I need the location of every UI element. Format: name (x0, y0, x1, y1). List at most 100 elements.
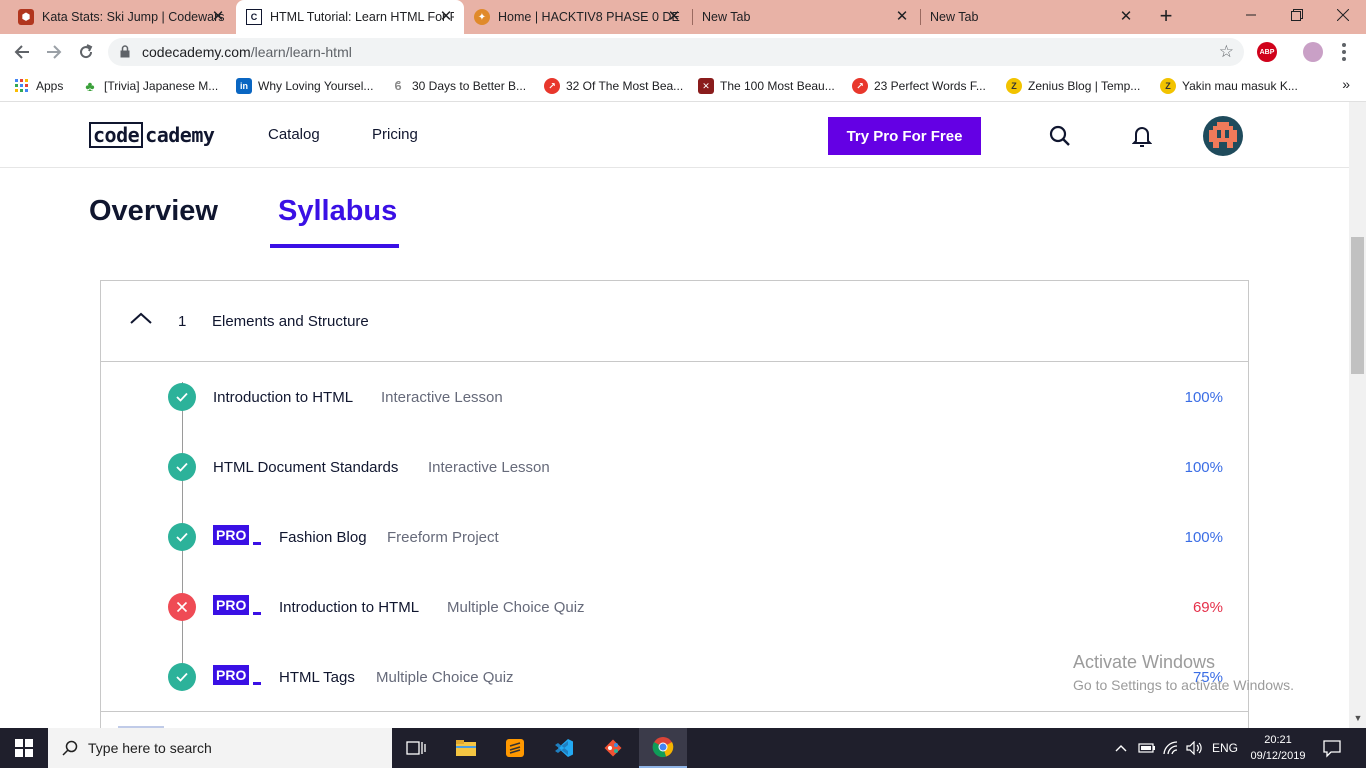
battery-icon[interactable] (1138, 728, 1156, 768)
module-header[interactable]: 1 Elements and Structure (101, 281, 1248, 362)
reload-icon[interactable] (74, 40, 98, 64)
syllabus-item[interactable]: PRO Fashion Blog Freeform Project 100% (100, 523, 1249, 593)
forward-arrow-icon[interactable] (42, 40, 66, 64)
close-tab-icon[interactable]: ✕ (894, 9, 910, 25)
chrome-menu-icon[interactable] (1334, 42, 1354, 62)
restore-icon[interactable] (1274, 0, 1320, 30)
item-title[interactable]: HTML Document Standards (213, 459, 398, 476)
trending-icon: ↗ (544, 78, 560, 94)
notifications-bell-icon[interactable] (1130, 124, 1154, 148)
tab-overview[interactable]: Overview (89, 195, 218, 228)
taskbar-clock[interactable]: 20:21 09/12/2019 (1248, 732, 1308, 764)
language-indicator[interactable]: ENG (1212, 728, 1238, 768)
windows-start-icon[interactable] (0, 728, 48, 768)
browser-tab-hacktiv8[interactable]: ✦ Home | HACKTIV8 PHASE 0 DE ✕ (464, 0, 692, 34)
page-scrollbar[interactable] (1349, 102, 1366, 728)
url-domain: codecademy.com (142, 44, 251, 60)
syllabus-item[interactable]: HTML Document Standards Interactive Less… (100, 453, 1249, 523)
bookmark-label: 30 Days to Better B... (412, 79, 527, 93)
active-tab-underline (270, 244, 399, 248)
item-title[interactable]: HTML Tags (279, 669, 355, 686)
back-arrow-icon[interactable] (10, 40, 34, 64)
bookmark-label: Yakin mau masuk K... (1182, 79, 1298, 93)
bookmark-apps[interactable]: Apps (14, 76, 63, 96)
item-title[interactable]: Fashion Blog (279, 529, 367, 546)
bookmark-item[interactable]: in Why Loving Yoursel... (236, 76, 373, 96)
codewars-icon: ⬢ (18, 9, 34, 25)
item-title[interactable]: Introduction to HTML (213, 389, 353, 406)
vscode-icon[interactable] (540, 728, 588, 768)
pro-badge: PRO (213, 525, 262, 545)
close-icon (168, 593, 196, 621)
action-center-icon[interactable] (1320, 736, 1344, 760)
tab-title: New Tab (702, 10, 751, 24)
adblock-plus-icon[interactable]: ABP (1257, 42, 1277, 62)
bookmark-item[interactable]: ↗ 32 Of The Most Bea... (544, 76, 683, 96)
close-tab-icon[interactable]: ✕ (210, 9, 226, 25)
bookmarks-overflow-icon[interactable]: » (1342, 76, 1350, 92)
close-tab-icon[interactable]: ✕ (1118, 9, 1134, 25)
bookmark-star-icon[interactable]: ☆ (1219, 42, 1234, 62)
close-tab-icon[interactable]: ✕ (666, 9, 682, 25)
scrollbar-thumb[interactable] (1351, 237, 1364, 374)
new-tab-icon[interactable]: + (1154, 5, 1178, 29)
activate-windows-subtitle: Go to Settings to activate Windows. (1073, 677, 1294, 693)
zenius-icon: Z (1006, 78, 1022, 94)
git-kraken-icon[interactable] (589, 728, 637, 768)
tab-title: Kata Stats: Ski Jump | Codewars (42, 10, 225, 24)
pro-label: PRO (213, 595, 250, 615)
user-avatar[interactable] (1203, 116, 1243, 156)
bookmark-item[interactable]: ↗ 23 Perfect Words F... (852, 76, 986, 96)
nav-catalog[interactable]: Catalog (268, 126, 320, 143)
check-icon (168, 453, 196, 481)
wifi-icon[interactable] (1163, 728, 1179, 768)
item-progress: 100% (1184, 459, 1223, 476)
tab-syllabus[interactable]: Syllabus (278, 195, 397, 228)
clock-date: 09/12/2019 (1250, 750, 1306, 762)
volume-icon[interactable] (1186, 728, 1204, 768)
close-tab-icon[interactable]: ✕ (438, 9, 454, 25)
pro-cursor (253, 542, 262, 545)
bookmark-item[interactable]: ϐ 30 Days to Better B... (390, 76, 526, 96)
bookmark-label: 32 Of The Most Bea... (566, 79, 684, 93)
minimize-icon[interactable] (1228, 0, 1274, 30)
zenius-icon: Z (1160, 78, 1176, 94)
trending-icon: ↗ (852, 78, 868, 94)
codecademy-icon: C (246, 9, 262, 25)
browser-tab-new-2[interactable]: New Tab ✕ (920, 0, 1144, 34)
try-pro-button[interactable]: Try Pro For Free (828, 117, 981, 155)
bookmark-label: Why Loving Yoursel... (258, 79, 374, 93)
bookmark-label: The 100 Most Beau... (720, 79, 835, 93)
syllabus-item[interactable]: PRO HTML Tags Multiple Choice Quiz 75% (100, 663, 1249, 733)
scroll-down-arrow-icon[interactable]: ▼ (1352, 713, 1364, 725)
pattern-icon: ✕ (698, 78, 714, 94)
address-bar[interactable]: codecademy.com/learn/learn-html ☆ (108, 38, 1244, 66)
show-hidden-icons[interactable] (1114, 728, 1128, 768)
close-window-icon[interactable] (1320, 0, 1366, 30)
url-path: /learn/learn-html (250, 44, 352, 60)
item-title[interactable]: Introduction to HTML (279, 599, 419, 616)
tab-title: New Tab (930, 10, 979, 24)
task-view-icon[interactable] (392, 728, 440, 768)
syllabus-item[interactable]: Introduction to HTML Interactive Lesson … (100, 383, 1249, 453)
chrome-taskbar-icon[interactable] (639, 728, 687, 768)
bookmark-item[interactable]: ✕ The 100 Most Beau... (698, 76, 835, 96)
bookmark-item[interactable]: ♣ [Trivia] Japanese M... (82, 76, 218, 96)
profile-avatar[interactable] (1303, 42, 1323, 62)
pro-cursor (253, 612, 262, 615)
browser-tab-codewars[interactable]: ⬢ Kata Stats: Ski Jump | Codewars ✕ (8, 0, 236, 34)
bookmark-item[interactable]: Z Yakin mau masuk K... (1160, 76, 1298, 96)
sublime-text-icon[interactable] (491, 728, 539, 768)
taskbar-search-input[interactable]: Type here to search (48, 728, 392, 768)
chevron-up-icon[interactable] (129, 311, 153, 330)
browser-tab-codecademy[interactable]: C HTML Tutorial: Learn HTML For Free ✕ (236, 0, 464, 34)
file-explorer-icon[interactable] (442, 728, 490, 768)
nav-pricing[interactable]: Pricing (372, 126, 418, 143)
browser-tab-new-1[interactable]: New Tab ✕ (692, 0, 920, 34)
bookmark-item[interactable]: Z Zenius Blog | Temp... (1006, 76, 1140, 96)
search-icon[interactable] (1048, 124, 1072, 148)
windows-taskbar: Type here to search ENG 20:21 09/12/2019 (0, 728, 1366, 768)
clover-icon: ♣ (85, 78, 95, 94)
hacktiv8-icon: ✦ (474, 9, 490, 25)
codecademy-logo[interactable]: code cademy (89, 120, 215, 150)
